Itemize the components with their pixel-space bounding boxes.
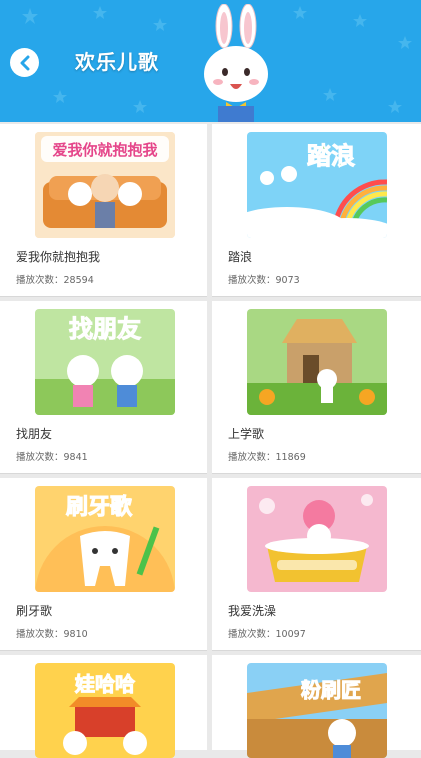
- thumbnail-banner: 娃哈哈: [74, 672, 135, 696]
- song-thumbnail: 粉刷匠: [247, 663, 387, 758]
- chevron-left-icon: [20, 55, 29, 70]
- play-count: 播放次数：9810: [16, 629, 88, 640]
- play-count: 播放次数：11869: [228, 452, 306, 463]
- thumbnail-banner: 找朋友: [69, 315, 141, 343]
- song-card[interactable]: 爱我你就抱抱我 爱我你就抱抱我 播放次数：28594: [0, 124, 207, 297]
- song-title: 踏浪: [228, 250, 253, 264]
- bunny-mascot-icon: [204, 4, 268, 122]
- song-card[interactable]: 上学歌 播放次数：11869: [212, 301, 421, 474]
- song-title: 我爱洗澡: [228, 604, 277, 618]
- play-count: 播放次数：28594: [16, 275, 94, 286]
- song-card[interactable]: 刷牙歌 刷牙歌 播放次数：9810: [0, 478, 207, 651]
- song-thumbnail: 刷牙歌: [35, 486, 175, 592]
- song-card[interactable]: 娃哈哈: [0, 655, 207, 758]
- thumbnail-banner: 爱我你就抱抱我: [52, 141, 157, 159]
- thumbnail-banner: 踏浪: [307, 142, 355, 170]
- thumbnail-banner: 刷牙歌: [66, 494, 133, 520]
- song-thumbnail: 爱我你就抱抱我: [35, 132, 175, 238]
- page-title: 欢乐儿歌: [75, 50, 159, 74]
- song-thumbnail: 踏浪: [247, 132, 387, 238]
- song-title: 上学歌: [228, 427, 265, 441]
- song-card[interactable]: 找朋友 找朋友 播放次数：9841: [0, 301, 207, 474]
- back-button[interactable]: [10, 48, 39, 77]
- song-title: 找朋友: [16, 427, 53, 441]
- song-title: 刷牙歌: [16, 604, 53, 618]
- song-thumbnail: 找朋友: [35, 309, 175, 415]
- play-count: 播放次数：10097: [228, 629, 306, 640]
- song-thumbnail: [247, 309, 387, 415]
- thumbnail-banner: 粉刷匠: [301, 678, 361, 702]
- song-thumbnail: [247, 486, 387, 592]
- play-count: 播放次数：9073: [228, 275, 300, 286]
- song-title: 爱我你就抱抱我: [16, 250, 101, 264]
- song-card[interactable]: 踏浪 踏浪 播放次数：9073: [212, 124, 421, 297]
- song-card[interactable]: 粉刷匠: [212, 655, 421, 758]
- song-card[interactable]: 我爱洗澡 播放次数：10097: [212, 478, 421, 651]
- app-header: 欢乐儿歌: [0, 0, 421, 122]
- play-count: 播放次数：9841: [16, 452, 88, 463]
- song-thumbnail: 娃哈哈: [35, 663, 175, 758]
